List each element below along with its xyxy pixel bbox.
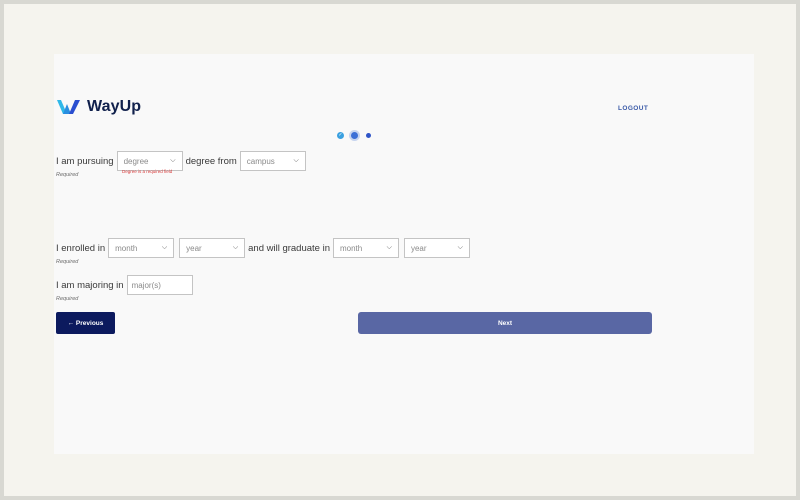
chevron-down-icon: ⌵: [170, 157, 176, 164]
graduate-label: and will graduate in: [248, 242, 330, 254]
start-month-select[interactable]: month ⌵: [108, 238, 175, 258]
degree-select[interactable]: degree ⌵: [116, 151, 183, 171]
degree-required-note: Required: [56, 172, 79, 178]
campus-select[interactable]: campus ⌵: [239, 151, 306, 171]
step-1-complete: ✓: [337, 132, 344, 139]
end-month-placeholder: month: [339, 243, 363, 253]
major-required-note: Required: [56, 296, 79, 302]
chevron-down-icon: ⌵: [161, 244, 168, 251]
major-placeholder: major(s): [131, 280, 161, 290]
degree-placeholder: degree: [123, 156, 149, 166]
enrolled-label: I enrolled in: [56, 242, 106, 254]
next-button[interactable]: Next: [358, 312, 652, 334]
logout-link[interactable]: LOGOUT: [618, 105, 648, 112]
chevron-down-icon: ⌵: [386, 244, 392, 251]
majoring-label: I am majoring in: [56, 279, 124, 291]
enrollment-required-note: Required: [56, 259, 79, 265]
progress-stepper: ✓: [337, 132, 371, 139]
chevron-down-icon: ⌵: [232, 244, 239, 251]
start-month-placeholder: month: [115, 243, 138, 253]
campus-placeholder: campus: [246, 156, 275, 166]
step-2-current: [351, 132, 358, 139]
end-year-placeholder: year: [410, 243, 427, 253]
degree-from-label: degree from: [185, 155, 237, 167]
check-icon: ✓: [338, 132, 343, 138]
wayup-logo[interactable]: WayUp: [56, 98, 141, 116]
chevron-down-icon: ⌵: [457, 244, 463, 251]
brand-name: WayUp: [87, 98, 142, 115]
step-3-upcoming: [366, 133, 371, 138]
end-month-select[interactable]: month ⌵: [332, 238, 399, 258]
previous-button[interactable]: ← Previous: [56, 312, 115, 334]
enrollment-row: I enrolled in month ⌵ year ⌵ and will gr…: [56, 238, 473, 258]
start-year-select[interactable]: year ⌵: [179, 238, 246, 258]
start-year-placeholder: year: [186, 243, 202, 253]
degree-error-message: Degree is a required field: [122, 169, 173, 174]
major-input[interactable]: major(s): [126, 275, 193, 295]
end-year-select[interactable]: year ⌵: [403, 238, 470, 258]
major-row: I am majoring in major(s): [56, 275, 193, 295]
pursuing-label: I am pursuing: [56, 155, 114, 167]
chevron-down-icon: ⌵: [293, 157, 299, 164]
wayup-logo-icon: [57, 100, 80, 114]
degree-row: I am pursuing degree ⌵ degree from campu…: [56, 151, 309, 171]
